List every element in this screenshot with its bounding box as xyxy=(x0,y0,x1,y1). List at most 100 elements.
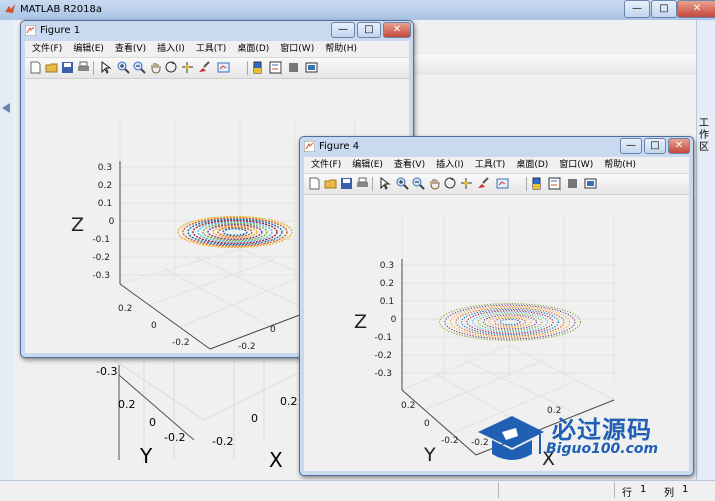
figure-toolbar xyxy=(25,58,409,79)
menu-item[interactable]: 窗口(W) xyxy=(276,41,318,57)
ring-curve xyxy=(482,314,538,330)
figure-menubar: 文件(F) 编辑(E) 查看(V) 插入(I) 工具(T) 桌面(D) 窗口(W) 帮助(H) xyxy=(25,41,409,58)
figure-close-button[interactable]: ✕ xyxy=(668,138,690,154)
maximize-button[interactable]: □ xyxy=(651,0,677,18)
back-x-tick-2: 0 xyxy=(251,412,258,425)
figure-minimize-button[interactable]: — xyxy=(331,22,355,38)
ring-plot xyxy=(438,303,582,341)
menu-item[interactable]: 工具(T) xyxy=(471,157,510,173)
menu-item[interactable]: 帮助(H) xyxy=(321,41,361,57)
open-folder-icon[interactable] xyxy=(45,61,58,74)
ring-curve xyxy=(499,318,521,326)
status-divider xyxy=(614,482,615,498)
toolbar-separator xyxy=(247,61,248,75)
toolbar-separator xyxy=(560,177,561,191)
status-bar: 行 1 列 1 xyxy=(0,480,715,501)
menu-item[interactable]: 文件(F) xyxy=(28,41,66,57)
status-row-value: 1 xyxy=(640,484,647,495)
expand-icon[interactable] xyxy=(2,103,10,113)
workspace-tab[interactable]: 工作区 xyxy=(699,118,711,154)
figure-title-bar[interactable]: Figure 1 — □ ✕ xyxy=(21,21,413,41)
ring-curve xyxy=(488,315,532,329)
hide-plot-tools-icon[interactable] xyxy=(566,177,579,190)
data-cursor-icon[interactable] xyxy=(460,177,473,190)
close-button[interactable]: ✕ xyxy=(677,0,715,18)
zoom-out-icon[interactable] xyxy=(133,61,146,74)
menu-item[interactable]: 帮助(H) xyxy=(600,157,640,173)
x-tick-label: -0.2 xyxy=(238,342,256,352)
link-plot-icon[interactable] xyxy=(496,177,509,190)
show-plot-tools-icon[interactable] xyxy=(584,177,597,190)
matlab-title-bar: MATLAB R2018a — □ ✕ xyxy=(0,0,715,20)
y-axis-label: Y xyxy=(142,350,155,353)
watermark-cn: 必过源码 xyxy=(552,416,652,444)
z-axis-label: Z xyxy=(71,214,84,236)
pan-hand-icon[interactable] xyxy=(428,177,441,190)
hide-plot-tools-icon[interactable] xyxy=(287,61,300,74)
pointer-icon[interactable] xyxy=(378,177,391,190)
back-y-tick-1: 0.2 xyxy=(118,398,136,411)
ring-curve xyxy=(449,305,571,339)
print-icon[interactable] xyxy=(77,61,90,74)
figure-maximize-button[interactable]: □ xyxy=(644,138,666,154)
zoom-out-icon[interactable] xyxy=(412,177,425,190)
y-tick-label: -0.2 xyxy=(172,338,190,348)
z-tick-label: 0.1 xyxy=(380,297,394,307)
menu-item[interactable]: 插入(I) xyxy=(153,41,189,57)
status-col-value: 1 xyxy=(682,484,689,495)
colorbar-icon[interactable] xyxy=(530,177,543,190)
figure-minimize-button[interactable]: — xyxy=(620,138,642,154)
brush-icon[interactable] xyxy=(476,177,489,190)
z-tick-label: -0.2 xyxy=(92,253,110,263)
rotate-3d-icon[interactable] xyxy=(444,177,457,190)
save-icon[interactable] xyxy=(61,61,74,74)
menu-item[interactable]: 编辑(E) xyxy=(348,157,387,173)
print-icon[interactable] xyxy=(356,177,369,190)
z-tick-label: 0.3 xyxy=(380,261,394,271)
z-tick-label: -0.1 xyxy=(92,235,110,245)
left-panel-strip xyxy=(0,20,14,480)
menu-item[interactable]: 窗口(W) xyxy=(555,157,597,173)
y-tick-label: 0 xyxy=(151,321,157,331)
ring-curve xyxy=(222,228,248,236)
rotate-3d-icon[interactable] xyxy=(165,61,178,74)
new-file-icon[interactable] xyxy=(29,61,42,74)
figure-title-bar[interactable]: Figure 4 — □ ✕ xyxy=(300,137,693,157)
minimize-icon: — xyxy=(632,3,642,14)
minimize-button[interactable]: — xyxy=(624,0,650,18)
menu-item[interactable]: 桌面(D) xyxy=(512,157,552,173)
back-toolbar xyxy=(412,55,696,75)
data-cursor-icon[interactable] xyxy=(181,61,194,74)
graduation-cap-icon xyxy=(478,416,544,460)
new-file-icon[interactable] xyxy=(308,177,321,190)
toolbar-separator xyxy=(281,61,282,75)
link-plot-icon[interactable] xyxy=(217,61,230,74)
menu-item[interactable]: 桌面(D) xyxy=(233,41,273,57)
pointer-icon[interactable] xyxy=(99,61,112,74)
open-folder-icon[interactable] xyxy=(324,177,337,190)
menu-item[interactable]: 插入(I) xyxy=(432,157,468,173)
zoom-in-icon[interactable] xyxy=(117,61,130,74)
menu-item[interactable]: 查看(V) xyxy=(390,157,429,173)
brush-icon[interactable] xyxy=(197,61,210,74)
y-axis-label: Y xyxy=(423,444,436,466)
colorbar-icon[interactable] xyxy=(251,61,264,74)
save-icon[interactable] xyxy=(340,177,353,190)
z-tick-label: 0.3 xyxy=(98,163,112,173)
toolbar-separator xyxy=(372,177,373,191)
status-row-label: 行 xyxy=(622,488,632,499)
menu-item[interactable]: 文件(F) xyxy=(307,157,345,173)
figure-icon xyxy=(25,25,36,36)
menu-item[interactable]: 工具(T) xyxy=(192,41,231,57)
y-tick-label: -0.2 xyxy=(441,436,459,446)
pan-hand-icon[interactable] xyxy=(149,61,162,74)
show-plot-tools-icon[interactable] xyxy=(305,61,318,74)
figure-maximize-button[interactable]: □ xyxy=(357,22,381,38)
menu-item[interactable]: 查看(V) xyxy=(111,41,150,57)
watermark-en: Biguo100.com xyxy=(546,441,659,457)
menu-item[interactable]: 编辑(E) xyxy=(69,41,108,57)
ring-curve xyxy=(444,304,576,340)
figure-close-button[interactable]: ✕ xyxy=(383,22,411,38)
zoom-in-icon[interactable] xyxy=(396,177,409,190)
figure-toolbar xyxy=(304,174,689,195)
